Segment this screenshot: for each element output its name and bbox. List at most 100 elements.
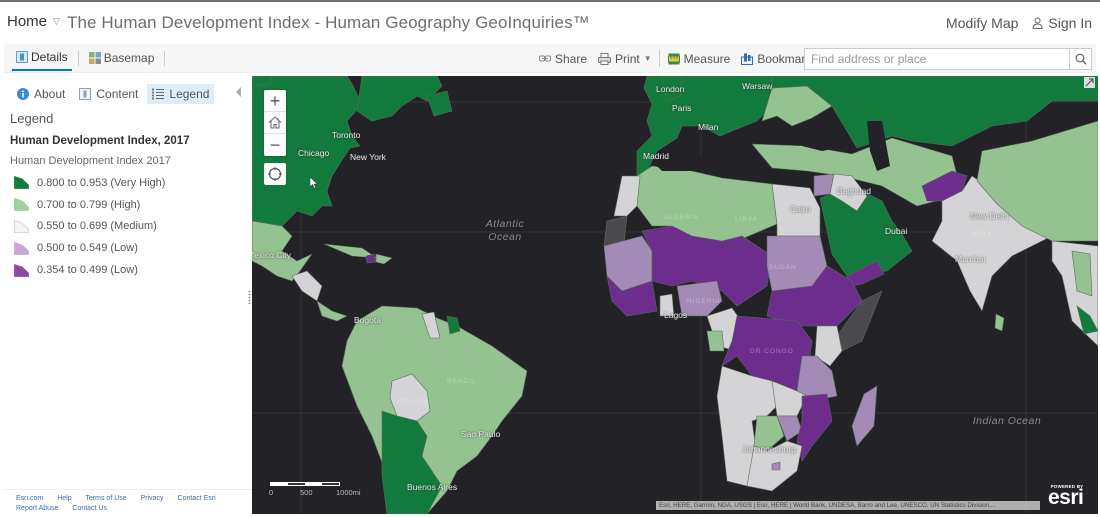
- region-haiti[interactable]: [365, 253, 377, 264]
- zoom-out-button[interactable]: −: [264, 134, 286, 156]
- map-attribution[interactable]: Esri, HERE, Garmin, NGA, USGS | Esri, HE…: [656, 501, 1040, 510]
- legend-swatch: [14, 198, 29, 212]
- home-extent-button[interactable]: [264, 112, 286, 134]
- city-label: Johannesburg: [742, 444, 796, 454]
- collapse-panel-button[interactable]: [236, 87, 241, 97]
- scale-tick: 500: [300, 488, 313, 497]
- search-input[interactable]: [805, 49, 1069, 69]
- measure-button[interactable]: Measure: [667, 52, 730, 66]
- city-label: Toronto: [332, 130, 361, 140]
- divider: [164, 50, 166, 66]
- legend-label: Legend: [169, 87, 210, 101]
- legend-classes: 0.800 to 0.953 (Very High) 0.700 to 0.799…: [14, 172, 165, 281]
- share-label: Share: [555, 51, 588, 66]
- city-label: Warsaw: [742, 81, 773, 91]
- zoom-controls: + −: [264, 90, 286, 156]
- footer-link-esri[interactable]: Esri.com: [16, 495, 43, 502]
- footer-link-privacy[interactable]: Privacy: [141, 495, 164, 502]
- legend-swatch: [14, 176, 29, 190]
- country-label: SUDAN: [769, 264, 797, 271]
- footer-link-help[interactable]: Help: [57, 495, 71, 502]
- footer-links: Esri.com Help Terms of Use Privacy Conta…: [4, 489, 252, 514]
- scale-tick: 1000mi: [336, 488, 361, 497]
- share-link-icon: [539, 55, 551, 62]
- country-label: ALGERIA: [664, 214, 700, 221]
- city-label: Cairo: [790, 204, 811, 214]
- country-label: LIBYA: [735, 216, 758, 223]
- content-icon: [79, 88, 92, 100]
- footer-link-contact-esri[interactable]: Contact Esri: [178, 495, 216, 502]
- region-madagascar[interactable]: [851, 385, 878, 447]
- home-icon: [268, 116, 282, 129]
- region-morocco[interactable]: [613, 175, 641, 217]
- tab-legend[interactable]: Legend: [147, 84, 215, 104]
- city-label: Baghdad: [837, 186, 872, 196]
- tab-about[interactable]: About: [12, 84, 70, 104]
- country-label: BOLIVIA: [397, 398, 430, 405]
- print-button[interactable]: Print ▼: [598, 52, 652, 66]
- region-gabon[interactable]: [706, 330, 725, 352]
- share-button[interactable]: Share: [539, 52, 587, 66]
- footer-link-terms[interactable]: Terms of Use: [85, 495, 126, 502]
- sign-in-label: Sign In: [1048, 15, 1092, 31]
- legend-layer-title: Human Development Index, 2017: [10, 135, 190, 147]
- legend-item: 0.354 to 0.499 (Low): [14, 259, 165, 281]
- bookmarks-icon: [741, 53, 754, 65]
- top-bar: Home ▽ The Human Development Index - Hum…: [0, 0, 1100, 42]
- legend-field-title: Human Development Index 2017: [10, 155, 171, 167]
- tab-basemap[interactable]: Basemap: [85, 51, 159, 70]
- legend-item-label: 0.354 to 0.499 (Low): [37, 264, 138, 277]
- city-label: London: [656, 84, 685, 94]
- chevron-down-icon: ▽: [53, 16, 60, 26]
- print-label: Print: [615, 51, 640, 66]
- home-label: Home: [7, 13, 48, 30]
- content-label: Content: [96, 87, 139, 101]
- zoom-in-button[interactable]: +: [264, 90, 286, 112]
- esri-logo[interactable]: POWERED BY esri: [1048, 484, 1084, 509]
- map-view[interactable]: London Warsaw Paris Milan Madrid Toronto…: [252, 76, 1098, 514]
- legend-item: 0.800 to 0.953 (Very High): [14, 172, 165, 194]
- esri-wordmark: esri: [1048, 486, 1084, 509]
- toolbar: Details Basemap Share Print ▼ Measure Bo…: [4, 44, 1096, 73]
- legend-item-label: 0.800 to 0.953 (Very High): [37, 176, 166, 189]
- scale-tick: 0: [269, 488, 274, 497]
- page-title: The Human Development Index - Human Geog…: [67, 13, 590, 32]
- modify-map-link[interactable]: Modify Map: [946, 15, 1018, 31]
- printer-icon: [598, 52, 612, 65]
- city-label: Sao Paulo: [461, 429, 501, 439]
- divider: [658, 50, 660, 67]
- city-label: Lagos: [664, 310, 688, 320]
- tab-content[interactable]: Content: [74, 84, 143, 104]
- country-label: MALI: [972, 230, 992, 237]
- region-central-america-south[interactable]: [316, 300, 348, 322]
- measure-icon: [667, 53, 680, 64]
- region-central-america[interactable]: [291, 270, 323, 302]
- legend-item: 0.500 to 0.549 (Low): [14, 237, 165, 259]
- chevron-down-icon: ▼: [643, 54, 652, 63]
- city-label: Bogota: [354, 315, 381, 325]
- region-sri-lanka[interactable]: [994, 313, 1005, 332]
- home-menu[interactable]: Home ▽: [7, 13, 60, 30]
- legend-swatch: [14, 263, 29, 277]
- legend-item: 0.700 to 0.799 (High): [14, 194, 165, 216]
- region-dominican[interactable]: [375, 253, 393, 265]
- city-label: Buenos Aires: [407, 482, 458, 492]
- map-canvas[interactable]: [252, 76, 1098, 514]
- tab-details[interactable]: Details: [12, 50, 72, 71]
- footer-link-report-abuse[interactable]: Report Abuse: [16, 505, 58, 512]
- expand-icon[interactable]: [1084, 77, 1095, 88]
- panel-resize-handle[interactable]: [248, 290, 251, 304]
- legend-item-label: 0.700 to 0.799 (High): [37, 198, 141, 211]
- divider: [77, 50, 79, 66]
- region-mozambique[interactable]: [796, 393, 833, 462]
- sign-in-link[interactable]: Sign In: [1032, 15, 1092, 31]
- details-icon: [16, 51, 28, 63]
- search-box: [804, 48, 1092, 70]
- footer-link-contact-us[interactable]: Contact Us: [72, 505, 107, 512]
- city-label: Dubai: [885, 226, 908, 236]
- basemap-icon: [88, 52, 101, 64]
- search-button[interactable]: [1069, 49, 1091, 69]
- legend-swatch: [14, 241, 29, 255]
- locate-button[interactable]: [264, 163, 286, 185]
- locate-icon: [268, 167, 282, 181]
